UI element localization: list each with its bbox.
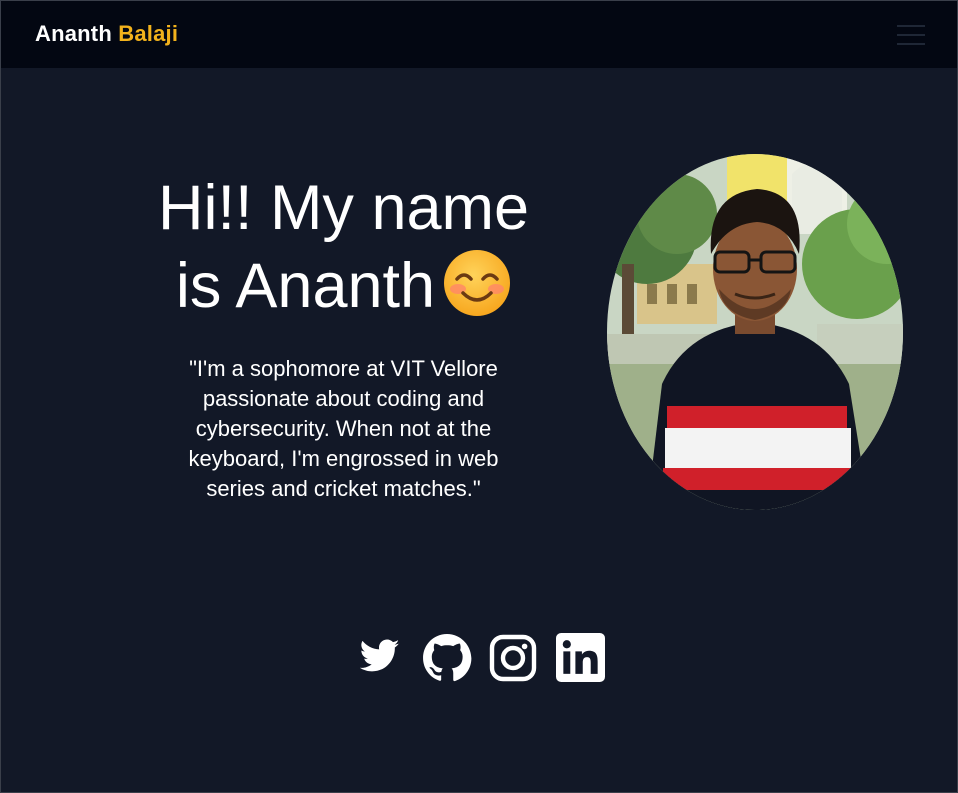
headline-line-2: is Ananth (175, 251, 436, 321)
linkedin-icon[interactable] (556, 633, 605, 682)
twitter-icon[interactable] (360, 639, 400, 673)
smiling-face-emoji-icon (444, 250, 511, 316)
hamburger-menu-icon[interactable] (897, 23, 925, 47)
page: Ananth Balaji Hi!! My name is Ananth "I'… (0, 0, 958, 793)
brand-first-name: Ananth (35, 21, 112, 46)
profile-photo (607, 154, 903, 510)
brand-logo[interactable]: Ananth Balaji (35, 21, 178, 47)
github-icon[interactable] (422, 633, 472, 683)
navbar: Ananth Balaji (1, 1, 957, 68)
menu-bar (897, 34, 925, 36)
brand-last-name: Balaji (118, 21, 179, 46)
hero-headline: Hi!! My name is Ananth (121, 169, 566, 325)
headline-line-1: Hi!! My name (157, 173, 530, 243)
hero-bio: "I'm a sophomore at VIT Vellore passiona… (188, 356, 499, 501)
instagram-icon[interactable] (489, 634, 537, 682)
menu-bar (897, 25, 925, 27)
menu-bar (897, 43, 925, 45)
